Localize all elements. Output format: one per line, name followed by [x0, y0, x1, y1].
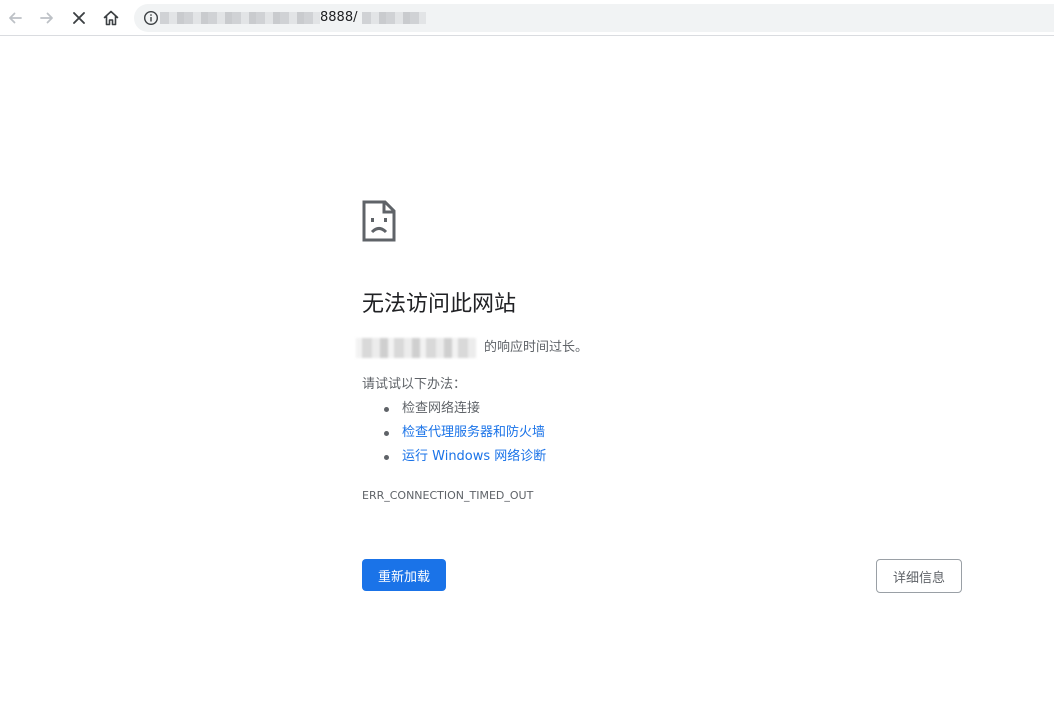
- suggestion-check-network: 检查网络连接: [362, 398, 546, 422]
- redacted-hostname: [356, 338, 476, 358]
- url-redacted-host: [160, 12, 320, 24]
- suggestion-list: 检查网络连接 检查代理服务器和防火墙 运行 Windows 网络诊断: [362, 398, 546, 470]
- sad-document-icon: [362, 200, 396, 242]
- suggestion-check-network-label: 检查网络连接: [402, 401, 481, 416]
- run-diagnostics-link[interactable]: 运行 Windows 网络诊断: [402, 449, 546, 464]
- close-icon: [73, 12, 85, 24]
- info-icon[interactable]: [143, 10, 159, 26]
- suggestion-check-proxy: 检查代理服务器和防火墙: [362, 422, 546, 446]
- host-timeout-message: 的响应时间过长。: [356, 338, 762, 358]
- suggestion-run-diagnostics: 运行 Windows 网络诊断: [362, 446, 546, 470]
- browser-toolbar: 8888/: [0, 0, 1054, 36]
- back-button[interactable]: [3, 6, 27, 30]
- suggestions-label: 请试试以下办法：: [362, 377, 467, 392]
- error-code: ERR_CONNECTION_TIMED_OUT: [362, 489, 534, 502]
- arrow-left-icon: [9, 12, 22, 24]
- forward-button[interactable]: [35, 6, 59, 30]
- reload-button[interactable]: 重新加载: [362, 559, 446, 591]
- arrow-right-icon: [40, 12, 53, 24]
- host-timeout-suffix: 的响应时间过长。: [484, 340, 589, 355]
- stop-button[interactable]: [67, 6, 91, 30]
- home-icon: [103, 10, 119, 26]
- url-text: 8888/: [320, 10, 358, 25]
- address-bar[interactable]: 8888/: [134, 4, 1054, 32]
- details-button[interactable]: 详细信息: [876, 559, 962, 593]
- home-button[interactable]: [99, 6, 123, 30]
- page-title: 无法访问此网站: [362, 292, 517, 317]
- url-redacted-path: [362, 12, 426, 24]
- check-proxy-link[interactable]: 检查代理服务器和防火墙: [402, 425, 545, 440]
